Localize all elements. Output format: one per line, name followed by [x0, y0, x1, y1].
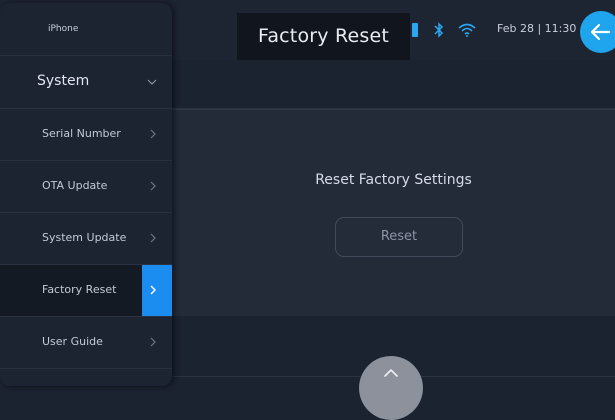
scroll-up-button[interactable]: [359, 356, 423, 420]
reset-panel-title: Reset Factory Settings: [315, 172, 472, 188]
bluetooth-icon[interactable]: [434, 17, 444, 43]
sidebar-item-label: Factory Reset: [42, 283, 117, 296]
sidebar-section-system[interactable]: System: [0, 56, 172, 109]
sidebar-item-serial-number[interactable]: Serial Number: [0, 109, 172, 161]
sidebar-item-ota-update[interactable]: OTA Update: [0, 161, 172, 213]
chevron-right-icon: [150, 129, 156, 139]
date-time: Feb 28 | 11:30: [497, 22, 577, 35]
arrow-left-icon: [590, 23, 611, 41]
sidebar-item-label: User Guide: [42, 335, 103, 348]
chevron-right-icon: [150, 181, 156, 191]
device-name: iPhone: [0, 3, 172, 56]
back-button[interactable]: [580, 11, 615, 53]
sidebar-item-label: OTA Update: [42, 179, 108, 192]
active-indicator: [142, 265, 172, 316]
chevron-down-icon: [147, 79, 157, 85]
sidebar-item-factory-reset[interactable]: Factory Reset: [0, 265, 172, 317]
sidebar-item-user-guide[interactable]: User Guide: [0, 317, 172, 369]
page-title: Factory Reset: [237, 13, 410, 60]
chevron-up-icon: [384, 369, 398, 377]
sidebar-section-label: System: [37, 73, 90, 89]
chevron-right-icon: [150, 337, 156, 347]
sidebar: iPhone System Serial Number OTA Update S…: [0, 3, 172, 386]
reset-button[interactable]: Reset: [335, 217, 463, 257]
sidebar-item-label: Serial Number: [42, 127, 121, 140]
wifi-icon[interactable]: [458, 17, 476, 43]
battery-icon: [411, 17, 419, 43]
sidebar-item-system-update[interactable]: System Update: [0, 213, 172, 265]
chevron-right-icon: [150, 285, 156, 295]
chevron-right-icon: [150, 233, 156, 243]
reset-panel: Reset Factory Settings Reset: [172, 109, 615, 318]
sidebar-item-label: System Update: [42, 231, 127, 244]
